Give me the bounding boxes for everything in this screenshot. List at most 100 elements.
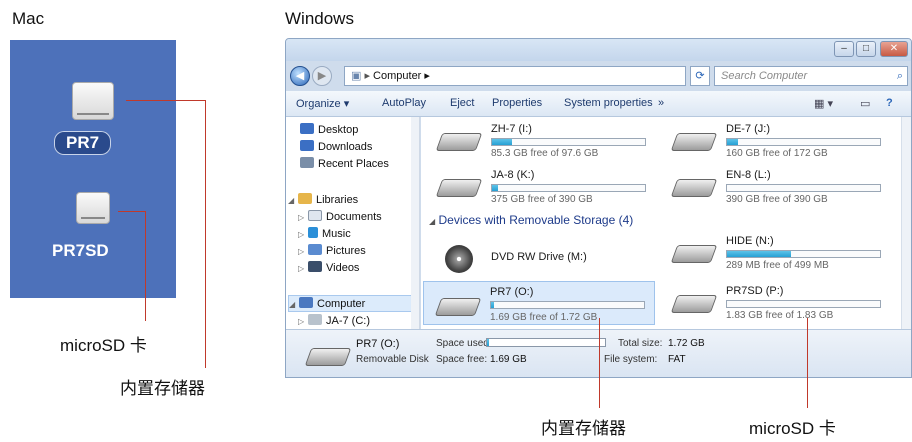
space-used-bar [486, 338, 606, 347]
drive-item[interactable]: DVD RW Drive (M:) [431, 237, 651, 275]
address-bar[interactable]: ▣ ▸ Computer ▸ [344, 66, 686, 86]
collapse-arrow-icon[interactable]: ▷ [298, 243, 308, 260]
nav-item-libraries[interactable]: ◢ Libraries [288, 192, 414, 209]
drive-name: PR7 (O:) [490, 286, 534, 298]
drive-name: HIDE (N:) [726, 235, 774, 247]
nav-label: Pictures [326, 245, 366, 257]
drive-item[interactable]: DE-7 (J:) 160 GB free of 172 GB [666, 121, 886, 159]
nav-item-recent-places[interactable]: Recent Places [300, 156, 419, 173]
computer-icon: ▣ [351, 70, 362, 82]
search-input[interactable]: Search Computer ⌕ [714, 66, 908, 86]
hard-drive-icon [670, 179, 718, 197]
drive-item-pr7-selected[interactable]: PR7 (O:) 1.69 GB free of 1.72 GB [423, 281, 655, 325]
nav-label: Computer [317, 298, 366, 310]
collapse-arrow-icon[interactable]: ▷ [298, 209, 308, 226]
win-internal-storage-callout: 内置存储器 [541, 419, 626, 439]
back-button[interactable]: ◀ [290, 66, 310, 86]
drive-usage-bar [491, 138, 646, 146]
nav-scrollbar[interactable] [411, 117, 419, 329]
nav-item-ja7-drive[interactable]: ▷ JA-7 (C:) [298, 313, 419, 329]
hard-drive-icon [435, 179, 483, 197]
libraries-icon [298, 193, 312, 204]
nav-label: Downloads [318, 141, 373, 153]
collapse-arrow-icon[interactable]: ▷ [298, 313, 308, 329]
more-commands-button[interactable]: » [658, 97, 664, 109]
win-microsd-callout: microSD 卡 [749, 419, 836, 438]
drive-free-space: 160 GB free of 172 GB [726, 148, 828, 159]
callout-line [118, 211, 146, 212]
recent-places-icon [300, 157, 314, 168]
drive-item[interactable]: JA-8 (K:) 375 GB free of 390 GB [431, 167, 651, 205]
forward-button[interactable]: ▶ [312, 66, 332, 86]
mac-desktop-panel: PR7 PR7SD [10, 40, 176, 298]
collapse-arrow-icon[interactable]: ▷ [298, 226, 308, 243]
drive-item[interactable]: PR7SD (P:) 1.83 GB free of 1.83 GB [666, 283, 886, 321]
drive-usage-bar [726, 184, 881, 192]
total-size-value: 1.72 GB [668, 338, 705, 349]
collapse-arrow-icon[interactable]: ◢ [429, 217, 435, 226]
desktop-icon [300, 123, 314, 134]
drive-usage-bar [490, 301, 645, 309]
search-icon[interactable]: ⌕ [897, 67, 903, 85]
organize-button[interactable]: Organize ▾ [296, 97, 349, 110]
nav-item-desktop[interactable]: Desktop [300, 122, 419, 139]
nav-item-downloads[interactable]: Downloads [300, 139, 419, 156]
drive-name: PR7SD (P:) [726, 285, 784, 297]
maximize-button[interactable]: □ [856, 41, 876, 57]
removable-section-header[interactable]: ◢ Devices with Removable Storage (4) [429, 213, 633, 227]
space-used-label: Space used: [436, 338, 492, 349]
pr7sd-drive-icon[interactable] [76, 192, 110, 224]
hard-drive-icon [670, 133, 718, 151]
section-label: Devices with Removable Storage (4) [438, 213, 634, 227]
refresh-button[interactable]: ⟳ [690, 66, 710, 86]
nav-item-music[interactable]: ▷ Music [298, 226, 419, 243]
drive-usage-bar [726, 250, 881, 258]
drive-name: DE-7 (J:) [726, 123, 770, 135]
close-button[interactable]: ✕ [880, 41, 908, 57]
breadcrumb-chevron[interactable]: ▸ [424, 70, 430, 82]
space-free-label: Space free: [436, 354, 488, 365]
mac-heading: Mac [12, 9, 45, 28]
drive-item[interactable]: EN-8 (L:) 390 GB free of 390 GB [666, 167, 886, 205]
computer-icon [299, 297, 313, 308]
help-icon[interactable]: ? [886, 97, 893, 109]
content-scrollbar[interactable] [901, 117, 911, 329]
drive-name: EN-8 (L:) [726, 169, 771, 181]
autoplay-button[interactable]: AutoPlay [382, 97, 426, 109]
nav-item-pictures[interactable]: ▷ Pictures [298, 243, 419, 260]
pr7sd-drive-label[interactable]: PR7SD [52, 241, 109, 261]
system-properties-button[interactable]: System properties [564, 97, 653, 109]
nav-item-documents[interactable]: ▷ Documents [298, 209, 419, 226]
expand-arrow-icon[interactable]: ◢ [289, 296, 299, 313]
view-options-icon[interactable]: ▦ ▾ [814, 97, 833, 110]
removable-disk-icon [670, 295, 718, 313]
file-system-label: File system: [604, 354, 658, 365]
details-drive-type: Removable Disk [356, 354, 429, 365]
file-system-value: FAT [668, 354, 686, 365]
nav-label: Recent Places [318, 158, 389, 170]
nav-label: Music [322, 228, 351, 240]
documents-icon [308, 210, 322, 221]
expand-arrow-icon[interactable]: ◢ [288, 192, 298, 209]
total-size-label: Total size: [618, 338, 663, 349]
properties-button[interactable]: Properties [492, 97, 542, 109]
eject-button[interactable]: Eject [450, 97, 474, 109]
drive-free-space: 390 GB free of 390 GB [726, 194, 828, 205]
drive-free-space: 85.3 GB free of 97.6 GB [491, 148, 599, 159]
preview-pane-icon[interactable]: ▭ [860, 97, 870, 110]
drive-free-space: 375 GB free of 390 GB [491, 194, 593, 205]
nav-label: JA-7 (C:) [326, 315, 370, 327]
minimize-button[interactable]: – [834, 41, 854, 57]
nav-item-videos[interactable]: ▷ Videos [298, 260, 419, 277]
nav-item-computer[interactable]: ◢ Computer [288, 295, 414, 312]
drive-item[interactable]: HIDE (N:) 289 MB free of 499 MB [666, 233, 886, 271]
refresh-icon: ⟳ [695, 70, 705, 82]
breadcrumb-computer[interactable]: Computer [373, 70, 421, 82]
pr7-drive-label[interactable]: PR7 [54, 131, 112, 155]
nav-label: Libraries [316, 194, 359, 206]
pr7-drive-icon[interactable] [72, 82, 114, 120]
drive-item[interactable]: ZH-7 (I:) 85.3 GB free of 97.6 GB [431, 121, 651, 159]
title-bar[interactable]: – □ ✕ [286, 39, 911, 61]
collapse-arrow-icon[interactable]: ▷ [298, 260, 308, 277]
callout-line [205, 100, 206, 368]
